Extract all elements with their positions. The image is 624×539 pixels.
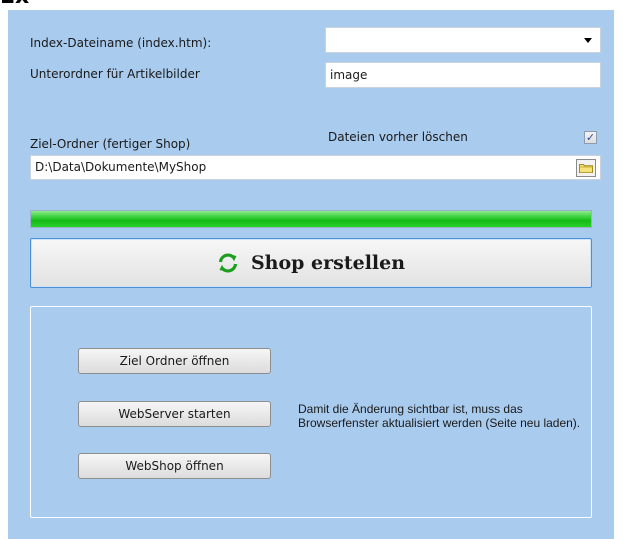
- image-subfolder-value: image: [330, 68, 368, 82]
- target-path-input[interactable]: D:\Data\Dokumente\MyShop: [30, 155, 601, 180]
- open-webshop-button[interactable]: WebShop öffnen: [78, 453, 271, 479]
- refresh-note: Damit die Änderung sichtbar ist, muss da…: [298, 402, 581, 430]
- progress-bar: [30, 210, 592, 228]
- progress-fill: [31, 211, 591, 227]
- delete-files-label: Dateien vorher löschen: [328, 130, 468, 144]
- create-shop-label: Shop erstellen: [250, 252, 406, 274]
- open-target-folder-button[interactable]: Ziel Ordner öffnen: [78, 348, 271, 374]
- target-path-value: D:\Data\Dokumente\MyShop: [35, 160, 207, 174]
- refresh-icon: [218, 253, 238, 273]
- image-subfolder-label: Unterordner für Artikelbilder: [30, 67, 200, 81]
- folder-icon: [579, 164, 593, 173]
- index-filename-combobox[interactable]: [325, 27, 601, 53]
- image-subfolder-input[interactable]: image: [325, 62, 601, 88]
- delete-files-checkbox[interactable]: ✓: [584, 131, 597, 144]
- target-folder-label: Ziel-Ordner (fertiger Shop): [30, 137, 191, 151]
- start-webserver-button[interactable]: WebServer starten: [78, 401, 271, 427]
- chevron-down-icon[interactable]: [584, 38, 592, 43]
- index-filename-label: Index-Dateiname (index.htm):: [30, 36, 212, 50]
- browse-folder-button[interactable]: [576, 159, 596, 177]
- create-shop-button[interactable]: Shop erstellen: [30, 238, 592, 288]
- checkmark-icon: ✓: [585, 131, 596, 144]
- cropped-heading: Ex: [0, 0, 70, 10]
